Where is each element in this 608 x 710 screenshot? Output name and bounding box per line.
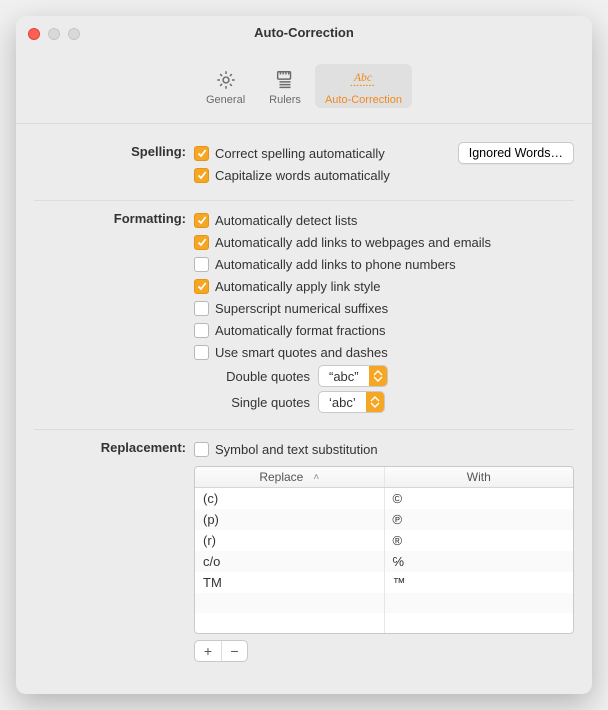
checkbox[interactable] — [194, 301, 209, 316]
table-row[interactable]: (c)© — [195, 488, 573, 509]
gear-icon — [215, 68, 237, 92]
zoom-icon[interactable] — [68, 28, 80, 40]
cell-with: © — [385, 488, 574, 509]
column-header-with[interactable]: With — [385, 467, 574, 487]
replacement-table: Replace ˄ With (c)©(p)℗(r)®c/o℅TM™ — [194, 466, 574, 634]
checkbox-label: Use smart quotes and dashes — [215, 345, 388, 360]
add-row-button[interactable]: + — [195, 641, 221, 661]
checkbox-row: Symbol and text substitution — [194, 438, 574, 460]
table-row[interactable]: c/o℅ — [195, 551, 573, 572]
select-value: “abc” — [319, 369, 369, 384]
preferences-window: Auto-Correction General Rulers Abc — [16, 16, 592, 694]
checkbox-row: Automatically add links to webpages and … — [194, 231, 574, 253]
checkbox[interactable] — [194, 235, 209, 250]
stepper-arrows-icon — [366, 392, 384, 412]
close-icon[interactable] — [28, 28, 40, 40]
toolbar: General Rulers Abc Auto-Correction — [16, 62, 592, 124]
single-quotes-label: Single quotes — [214, 395, 310, 410]
checkbox-row: Superscript numerical suffixes — [194, 297, 574, 319]
section-heading: Formatting: — [34, 209, 194, 226]
tab-general[interactable]: General — [196, 64, 255, 108]
checkbox[interactable] — [194, 442, 209, 457]
checkbox-label: Superscript numerical suffixes — [215, 301, 388, 316]
abc-icon: Abc — [346, 68, 380, 92]
column-header-replace[interactable]: Replace ˄ — [195, 467, 385, 487]
tab-label: Rulers — [269, 94, 301, 106]
checkbox-label: Automatically format fractions — [215, 323, 386, 338]
checkbox-row: Automatically apply link style — [194, 275, 574, 297]
checkbox-row: Automatically format fractions — [194, 319, 574, 341]
table-row[interactable]: (r)® — [195, 530, 573, 551]
double-quotes-select[interactable]: “abc” — [318, 365, 388, 387]
content: Spelling: Correct spelling automatically… — [16, 124, 592, 694]
checkbox[interactable] — [194, 345, 209, 360]
checkbox-label: Automatically add links to webpages and … — [215, 235, 491, 250]
double-quotes-label: Double quotes — [214, 369, 310, 384]
window-controls — [28, 28, 80, 40]
table-footer: + − — [194, 640, 248, 662]
remove-row-button[interactable]: − — [221, 641, 247, 661]
checkbox[interactable] — [194, 323, 209, 338]
checkbox-row: Automatically add links to phone numbers — [194, 253, 574, 275]
window-title: Auto-Correction — [16, 16, 592, 46]
table-row[interactable] — [195, 593, 573, 613]
titlebar: Auto-Correction — [16, 16, 592, 62]
tab-label: General — [206, 94, 245, 106]
tab-rulers[interactable]: Rulers — [259, 64, 311, 108]
section-spelling: Spelling: Correct spelling automatically… — [34, 134, 574, 200]
table-row[interactable]: TM™ — [195, 572, 573, 593]
svg-text:Abc: Abc — [353, 71, 373, 84]
tab-label: Auto-Correction — [325, 94, 402, 106]
ignored-words-button[interactable]: Ignored Words… — [458, 142, 574, 164]
cell-with: ℅ — [385, 551, 574, 572]
cell-with: ® — [385, 530, 574, 551]
checkbox[interactable] — [194, 213, 209, 228]
section-heading: Replacement: — [34, 438, 194, 455]
cell-replace: (p) — [195, 509, 385, 530]
cell-replace — [195, 593, 385, 613]
select-value: ‘abc’ — [319, 395, 366, 410]
stepper-arrows-icon — [369, 366, 387, 386]
cell-with: ℗ — [385, 509, 574, 530]
section-replacement: Replacement: Symbol and text substitutio… — [34, 429, 574, 676]
single-quotes-select[interactable]: ‘abc’ — [318, 391, 385, 413]
cell-with — [385, 593, 574, 613]
checkbox-row: Capitalize words automatically — [194, 164, 574, 186]
checkbox-label: Automatically detect lists — [215, 213, 357, 228]
checkbox-row: Use smart quotes and dashes — [194, 341, 574, 363]
cell-replace: (r) — [195, 530, 385, 551]
checkbox[interactable] — [194, 279, 209, 294]
double-quotes-row: Double quotes “abc” — [214, 363, 574, 389]
checkbox-label: Symbol and text substitution — [215, 442, 378, 457]
sort-asc-icon: ˄ — [313, 472, 319, 483]
cell-with: ™ — [385, 572, 574, 593]
checkbox-label: Automatically add links to phone numbers — [215, 257, 456, 272]
checkbox-label: Automatically apply link style — [215, 279, 380, 294]
checkbox-label: Capitalize words automatically — [215, 168, 390, 183]
cell-replace: c/o — [195, 551, 385, 572]
cell-replace: (c) — [195, 488, 385, 509]
cell-with — [385, 613, 574, 633]
cell-replace — [195, 613, 385, 633]
section-heading: Spelling: — [34, 142, 194, 159]
cell-replace: TM — [195, 572, 385, 593]
single-quotes-row: Single quotes ‘abc’ — [214, 389, 574, 415]
checkbox-label: Correct spelling automatically — [215, 146, 385, 161]
checkbox[interactable] — [194, 146, 209, 161]
checkbox-row: Automatically detect lists — [194, 209, 574, 231]
table-row[interactable]: (p)℗ — [195, 509, 573, 530]
ruler-icon — [274, 68, 296, 92]
section-formatting: Formatting: Automatically detect lists Au… — [34, 200, 574, 429]
table-row[interactable] — [195, 613, 573, 633]
checkbox[interactable] — [194, 168, 209, 183]
checkbox[interactable] — [194, 257, 209, 272]
table-header: Replace ˄ With — [195, 467, 573, 488]
tab-auto-correction[interactable]: Abc Auto-Correction — [315, 64, 412, 108]
minimize-icon[interactable] — [48, 28, 60, 40]
